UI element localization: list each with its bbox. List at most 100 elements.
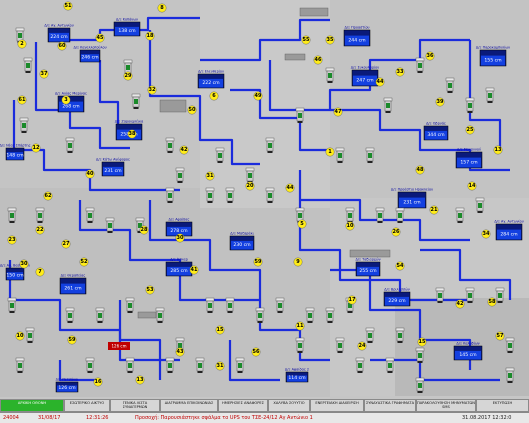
pump-station[interactable]	[415, 57, 425, 73]
pump-station[interactable]	[245, 167, 255, 183]
pump-station[interactable]	[435, 287, 445, 303]
pump-station[interactable]	[255, 307, 265, 323]
pump-station[interactable]	[7, 207, 17, 223]
station-number-badge[interactable]: 41	[189, 265, 199, 275]
pump-station[interactable]	[505, 337, 515, 353]
pump-station[interactable]	[415, 377, 425, 393]
station-number-badge[interactable]: 53	[145, 285, 155, 295]
pump-station[interactable]	[23, 57, 33, 73]
nav-button-9[interactable]: ΠΑΡΑΚΟΛΟΥΘΗΣΗ ΜΗΝΥΜΑΤΩΝ SMS	[416, 399, 476, 412]
station-number-badge[interactable]: 30	[19, 259, 29, 269]
station-number-badge[interactable]: 6	[209, 91, 219, 101]
pump-station[interactable]	[455, 207, 465, 223]
station-number-badge[interactable]: 32	[147, 85, 157, 95]
pump-station[interactable]	[165, 357, 175, 373]
station-number-badge[interactable]: 46	[313, 55, 323, 65]
pump-station[interactable]	[345, 207, 355, 223]
water-tank[interactable]: 255 cm Δ/Ξ Ταξιαρχών	[355, 258, 381, 277]
pump-station[interactable]	[383, 97, 393, 113]
station-number-badge[interactable]: 50	[187, 105, 197, 115]
nav-button-3[interactable]: ΓΕΝΙΚΑ ΛΙΣΤΑ ΣΥΝΑΓΕΡΜΩΝ	[110, 399, 160, 412]
pump-station[interactable]	[195, 357, 205, 373]
station-number-badge[interactable]: 59	[253, 257, 263, 267]
pump-station[interactable]	[475, 197, 485, 213]
station-number-badge[interactable]: 22	[35, 225, 45, 235]
nav-button-4[interactable]: ΔΙΑΓΡΑΜΜΑ ΕΠΙΚΟΙΝΩΝΙΑΣ	[160, 399, 218, 412]
station-number-badge[interactable]: 51	[63, 1, 73, 11]
pump-station[interactable]	[295, 337, 305, 353]
station-number-badge[interactable]: 39	[435, 97, 445, 107]
pump-station[interactable]	[85, 207, 95, 223]
pump-station[interactable]	[325, 307, 335, 323]
pump-station[interactable]	[125, 357, 135, 373]
water-tank[interactable]: 114 cm Δ/Ξ Αφαίδας 2	[285, 368, 309, 383]
pump-station[interactable]	[95, 307, 105, 323]
station-number-badge[interactable]: 17	[347, 295, 357, 305]
station-number-badge[interactable]: 59	[67, 335, 77, 345]
pump-station[interactable]	[465, 287, 475, 303]
station-number-badge[interactable]: 33	[395, 67, 405, 77]
station-number-badge[interactable]: 58	[487, 297, 497, 307]
station-number-badge[interactable]: 60	[57, 41, 67, 51]
pump-station[interactable]	[265, 137, 275, 153]
station-number-badge[interactable]: 34	[481, 229, 491, 239]
station-number-badge[interactable]: 13	[135, 375, 145, 385]
nav-button-2[interactable]: ΕΣΩΤΕΡΙΚΟ ΔΙΚΤΥΟ	[64, 399, 110, 412]
pump-station[interactable]	[125, 297, 135, 313]
pump-station[interactable]	[365, 327, 375, 343]
station-number-badge[interactable]: 57	[495, 331, 505, 341]
pump-station[interactable]	[395, 327, 405, 343]
pump-station[interactable]	[485, 87, 495, 103]
pump-station[interactable]	[215, 147, 225, 163]
station-number-badge[interactable]: 3	[61, 95, 71, 105]
station-number-badge[interactable]: 16	[93, 377, 103, 387]
water-tank[interactable]: 284 cm Δ/Ξ Αγ. Αντωνίου	[494, 220, 524, 241]
nav-button-5[interactable]: ΗΜΕΡΗΣΙΕΣ ΑΝΑΦΟΡΕΣ	[218, 399, 268, 412]
station-number-badge[interactable]: 23	[7, 235, 17, 245]
station-number-badge[interactable]: 14	[467, 181, 477, 191]
pump-station[interactable]	[395, 207, 405, 223]
station-number-badge[interactable]: 31	[215, 361, 225, 371]
pump-station[interactable]	[205, 187, 215, 203]
station-number-badge[interactable]: 42	[179, 145, 189, 155]
water-tank[interactable]: 155 cm Δ/Ξ Παρακαμπυλίων	[476, 46, 510, 67]
water-tank[interactable]: 247 cm Δ/Ξ Συκουλαρίου	[351, 66, 379, 87]
pump-station[interactable]	[65, 137, 75, 153]
water-tank[interactable]: 157 cm Δ/Ξ Μακρυνού	[455, 148, 483, 169]
station-number-badge[interactable]: 8	[157, 3, 167, 13]
station-number-badge[interactable]: 38	[127, 129, 137, 139]
station-number-badge[interactable]: 45	[95, 33, 105, 43]
pump-station[interactable]	[335, 147, 345, 163]
station-number-badge[interactable]: 37	[39, 69, 49, 79]
pump-station[interactable]	[235, 357, 245, 373]
station-number-badge[interactable]: 26	[391, 227, 401, 237]
pump-station[interactable]	[275, 297, 285, 313]
station-number-badge[interactable]: 47	[333, 107, 343, 117]
station-number-badge[interactable]: 30	[175, 233, 185, 243]
station-number-badge[interactable]: 18	[145, 31, 155, 41]
station-number-badge[interactable]: 20	[245, 181, 255, 191]
pump-station[interactable]	[205, 297, 215, 313]
pump-station[interactable]	[7, 297, 17, 313]
pump-station[interactable]	[495, 287, 505, 303]
pump-station[interactable]	[335, 337, 345, 353]
station-number-badge[interactable]: 7	[35, 267, 45, 277]
nav-button-1[interactable]: ΑΡΧΙΚΗ ΟΘΟΝΗ	[0, 399, 64, 412]
pump-station[interactable]	[295, 107, 305, 123]
pump-station[interactable]	[225, 187, 235, 203]
station-number-badge[interactable]: 2	[17, 39, 27, 49]
water-tank[interactable]: 261 cm Δ/Ξ Θεραπείας	[59, 274, 87, 295]
water-tank[interactable]: 268 cm Δ/Ξ Αγίας Μαρίνας	[55, 92, 87, 113]
pump-station[interactable]	[445, 77, 455, 93]
water-tank[interactable]: 244 cm Δ/Ξ Προαστίου	[343, 26, 371, 47]
water-tank[interactable]: 222 cm Δ/Ξ Ελευθερίου	[197, 70, 225, 89]
water-tank[interactable]: 126 cm Δ/Ξ Πετσάκοι	[56, 378, 80, 393]
station-number-badge[interactable]: 15	[417, 337, 427, 347]
station-number-badge[interactable]: 9	[293, 257, 303, 267]
pump-station[interactable]	[325, 67, 335, 83]
station-number-badge[interactable]: 24	[357, 341, 367, 351]
station-number-badge[interactable]: 15	[215, 325, 225, 335]
station-number-badge[interactable]: 36	[425, 51, 435, 61]
station-number-badge[interactable]: 52	[79, 257, 89, 267]
station-number-badge[interactable]: 11	[295, 321, 305, 331]
